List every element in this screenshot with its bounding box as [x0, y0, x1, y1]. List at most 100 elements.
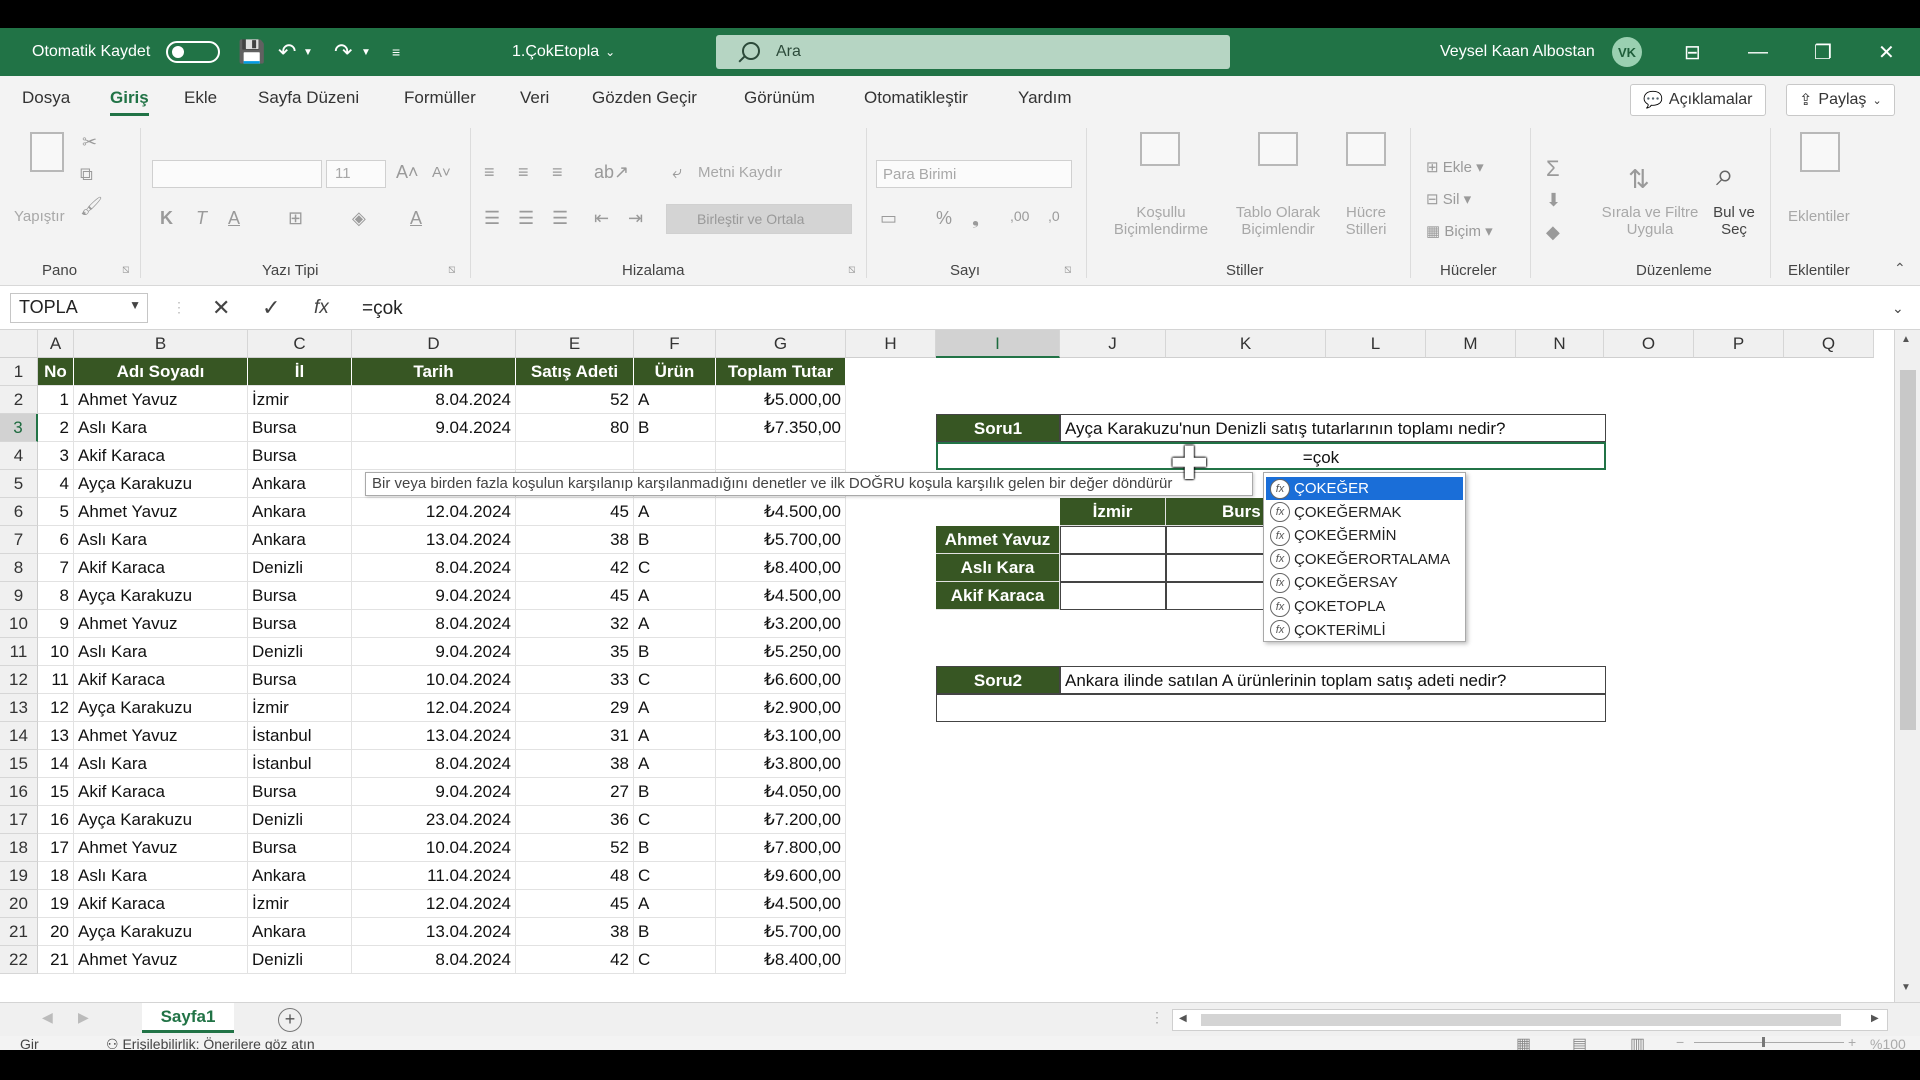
table-cell[interactable]: A	[634, 750, 716, 778]
table-cell[interactable]: 23.04.2024	[352, 806, 516, 834]
format-table-icon[interactable]	[1258, 132, 1298, 166]
autocomplete-item[interactable]: fx ÇOKEĞER	[1266, 477, 1463, 500]
search-box[interactable]: Ara	[716, 35, 1230, 69]
table-cell[interactable]: 20	[38, 918, 74, 946]
table-cell[interactable]: Akif Karaca	[74, 890, 248, 918]
q2-text[interactable]: Ankara ilinde satılan A ürünlerinin topl…	[1060, 666, 1606, 694]
table-cell[interactable]: 36	[516, 806, 634, 834]
table-cell[interactable]: 8.04.2024	[352, 386, 516, 414]
row-header-7[interactable]: 7	[0, 526, 38, 554]
addins-icon[interactable]	[1800, 132, 1840, 172]
table-cell[interactable]: 31	[516, 722, 634, 750]
table-cell[interactable]: ₺4.500,00	[716, 582, 846, 610]
autocomplete-item[interactable]: fx ÇOKEĞERMİN	[1266, 524, 1463, 547]
horizontal-scroll-thumb[interactable]	[1201, 1014, 1841, 1026]
table-cell[interactable]	[716, 442, 846, 470]
copy-icon[interactable]: ⧉	[80, 164, 93, 185]
table-cell[interactable]: 10.04.2024	[352, 666, 516, 694]
table-cell[interactable]: 2	[38, 414, 74, 442]
table-cell[interactable]: 13	[38, 722, 74, 750]
delete-cells-icon[interactable]: ⊟ Sil ▾	[1426, 190, 1471, 208]
restore-icon[interactable]: ❐	[1814, 28, 1832, 76]
matrix-cell[interactable]	[1166, 526, 1266, 554]
table-cell[interactable]: 12.04.2024	[352, 890, 516, 918]
wrap-text-icon[interactable]: ⤶	[672, 162, 682, 183]
cell-styles-label[interactable]: Hücre Stilleri	[1334, 204, 1398, 238]
table-cell[interactable]: 29	[516, 694, 634, 722]
table-cell[interactable]: 33	[516, 666, 634, 694]
column-header-m[interactable]: M	[1426, 330, 1516, 358]
table-cell[interactable]: İzmir	[248, 694, 352, 722]
tab-gozden-gecir[interactable]: Gözden Geçir	[592, 88, 697, 108]
find-select-label[interactable]: Bul ve Seç	[1708, 204, 1760, 238]
table-cell[interactable]: Ayça Karakuzu	[74, 470, 248, 498]
worksheet-grid[interactable]: ABCDEFGHIJKLMNOPQ 1 2 3 4 5 6 7 8 9 10 11 12 13 14 15 1…	[0, 330, 1894, 1002]
table-cell[interactable]: Akif Karaca	[74, 666, 248, 694]
table-cell[interactable]: 42	[516, 554, 634, 582]
add-sheet-icon[interactable]: +	[278, 1008, 302, 1032]
table-header-c[interactable]: İl	[248, 358, 352, 386]
row-header-19[interactable]: 19	[0, 862, 38, 890]
table-cell[interactable]: 11	[38, 666, 74, 694]
table-cell[interactable]: 38	[516, 918, 634, 946]
table-cell[interactable]: Ahmet Yavuz	[74, 610, 248, 638]
row-header-5[interactable]: 5	[0, 470, 38, 498]
table-cell[interactable]: C	[634, 554, 716, 582]
table-cell[interactable]: 12.04.2024	[352, 498, 516, 526]
matrix-row-asli[interactable]: Aslı Kara	[936, 554, 1060, 582]
table-cell[interactable]: ₺4.500,00	[716, 890, 846, 918]
zoom-slider-thumb[interactable]	[1762, 1037, 1765, 1047]
tab-formuller[interactable]: Formüller	[404, 88, 476, 108]
table-cell[interactable]: 27	[516, 778, 634, 806]
row-header-13[interactable]: 13	[0, 694, 38, 722]
merge-center-button[interactable]: Birleştir ve Ortala	[666, 204, 852, 234]
row-header-2[interactable]: 2	[0, 386, 38, 414]
table-cell[interactable]: 13.04.2024	[352, 526, 516, 554]
decrease-font-icon[interactable]: A˅	[432, 164, 451, 181]
table-cell[interactable]: B	[634, 526, 716, 554]
column-header-d[interactable]: D	[352, 330, 516, 358]
table-cell[interactable]: ₺5.250,00	[716, 638, 846, 666]
ribbon-display-icon[interactable]: ⊟	[1684, 28, 1701, 76]
sort-filter-label[interactable]: Sırala ve Filtre Uygula	[1598, 204, 1702, 238]
save-icon[interactable]: 💾	[238, 28, 265, 76]
table-cell[interactable]: B	[634, 638, 716, 666]
column-header-h[interactable]: H	[846, 330, 936, 358]
align-center-icon[interactable]: ☰	[518, 208, 534, 229]
row-header-15[interactable]: 15	[0, 750, 38, 778]
sort-filter-icon[interactable]: ⇅	[1628, 164, 1650, 195]
table-header-f[interactable]: Ürün	[634, 358, 716, 386]
table-cell[interactable]: 10.04.2024	[352, 834, 516, 862]
table-cell[interactable]: 14	[38, 750, 74, 778]
column-header-o[interactable]: O	[1604, 330, 1694, 358]
table-cell[interactable]	[634, 442, 716, 470]
table-cell[interactable]: B	[634, 414, 716, 442]
table-cell[interactable]: 9.04.2024	[352, 582, 516, 610]
table-cell[interactable]: Aslı Kara	[74, 414, 248, 442]
font-name-field[interactable]	[152, 160, 322, 188]
table-cell[interactable]: ₺3.100,00	[716, 722, 846, 750]
dialog-launcher-icon[interactable]: ⧅	[448, 262, 456, 277]
cell-styles-icon[interactable]	[1346, 132, 1386, 166]
table-cell[interactable]: B	[634, 834, 716, 862]
table-cell[interactable]: Ankara	[248, 526, 352, 554]
name-box[interactable]: TOPLA ▼	[10, 293, 148, 323]
bold-icon[interactable]: K	[160, 208, 173, 229]
comments-button[interactable]: 💬 Açıklamalar	[1630, 84, 1766, 116]
matrix-cell[interactable]	[1166, 582, 1266, 610]
table-cell[interactable]: 12	[38, 694, 74, 722]
table-cell[interactable]: 42	[516, 946, 634, 974]
insert-function-icon[interactable]: fx	[314, 297, 329, 319]
table-cell[interactable]: Bursa	[248, 414, 352, 442]
table-cell[interactable]: ₺5.000,00	[716, 386, 846, 414]
table-header-a[interactable]: No	[38, 358, 74, 386]
table-cell[interactable]: Akif Karaca	[74, 778, 248, 806]
table-cell[interactable]: 13.04.2024	[352, 722, 516, 750]
table-cell[interactable]: 18	[38, 862, 74, 890]
table-cell[interactable]: 80	[516, 414, 634, 442]
table-cell[interactable]: 1	[38, 386, 74, 414]
font-color-icon[interactable]: A	[410, 208, 422, 229]
row-header-4[interactable]: 4	[0, 442, 38, 470]
increase-decimal-icon[interactable]: ,00	[1010, 208, 1029, 224]
zoom-in-icon[interactable]: +	[1848, 1034, 1856, 1050]
